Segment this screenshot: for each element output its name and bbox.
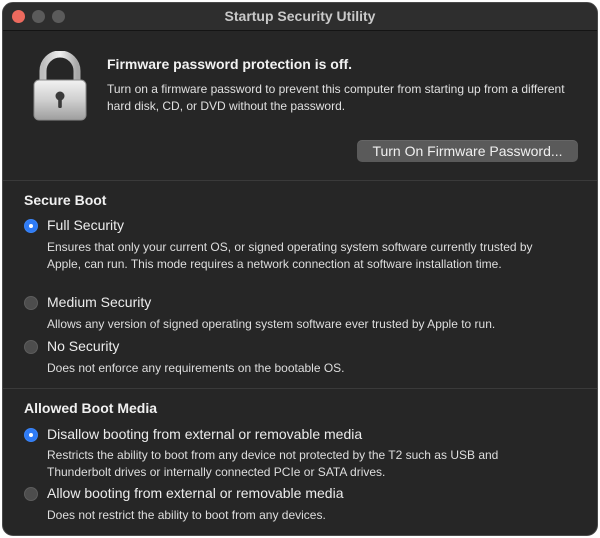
firmware-description: Turn on a firmware password to prevent t… (107, 82, 565, 113)
no-security-radio[interactable] (24, 340, 38, 354)
full-security-radio[interactable] (24, 219, 38, 233)
full-security-label[interactable]: Full Security (47, 217, 124, 233)
full-security-description: Ensures that only your current OS, or si… (47, 240, 533, 271)
window-title: Startup Security Utility (224, 8, 376, 24)
lock-icon (33, 51, 87, 121)
medium-security-label[interactable]: Medium Security (47, 294, 151, 310)
medium-security-description: Allows any version of signed operating s… (47, 317, 496, 331)
section-divider (3, 388, 597, 389)
disallow-external-boot-radio[interactable] (24, 428, 38, 442)
allow-external-boot-radio[interactable] (24, 487, 38, 501)
allow-external-boot-label[interactable]: Allow booting from external or removable… (47, 485, 343, 501)
secure-boot-title: Secure Boot (24, 192, 107, 208)
disallow-external-boot-description: Restricts the ability to boot from any d… (47, 448, 499, 479)
no-security-description: Does not enforce any requirements on the… (47, 361, 345, 375)
allowed-boot-media-title: Allowed Boot Media (24, 400, 157, 416)
startup-security-window: Startup Security Utility Firmware passwo… (2, 2, 598, 536)
section-divider (3, 180, 597, 181)
disallow-external-boot-label[interactable]: Disallow booting from external or remova… (47, 426, 362, 442)
allow-external-boot-description: Does not restrict the ability to boot fr… (47, 508, 326, 522)
turn-on-firmware-password-button[interactable]: Turn On Firmware Password... (357, 140, 578, 162)
title-bar: Startup Security Utility (3, 3, 597, 31)
medium-security-radio[interactable] (24, 296, 38, 310)
firmware-status-heading: Firmware password protection is off. (107, 56, 353, 72)
no-security-label[interactable]: No Security (47, 338, 119, 354)
